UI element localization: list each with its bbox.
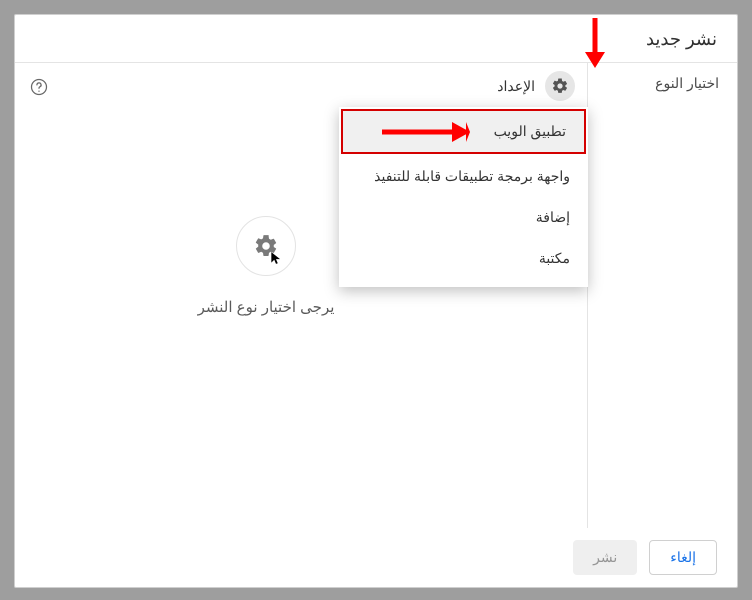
type-dropdown-menu: تطبيق الويب واجهة برمجة تطبيقات قابلة لل… — [339, 107, 588, 287]
empty-state-text: يرجى اختيار نوع النشر — [198, 298, 335, 316]
help-button[interactable] — [29, 77, 49, 97]
select-type-label: اختيار النوع — [606, 75, 719, 92]
sidebar: اختيار النوع — [587, 63, 737, 528]
dialog-header: نشر جديد — [15, 15, 737, 63]
type-selector-gear-button[interactable] — [545, 71, 575, 101]
cursor-icon — [269, 251, 283, 265]
dropdown-item-web-app[interactable]: تطبيق الويب — [341, 109, 586, 154]
dropdown-item-addon[interactable]: إضافة — [339, 197, 588, 238]
toolbar: الإعداد — [15, 63, 587, 109]
publish-button[interactable]: نشر — [573, 540, 637, 575]
gear-icon — [551, 77, 569, 95]
dropdown-item-executable-api[interactable]: واجهة برمجة تطبيقات قابلة للتنفيذ — [339, 156, 588, 197]
dialog-title: نشر جديد — [35, 29, 717, 50]
dialog-footer: نشر إلغاء — [15, 528, 737, 587]
empty-state-icon-circle — [236, 216, 296, 276]
dialog-body: اختيار النوع الإعداد تطبيق الوي — [15, 63, 737, 528]
cancel-button[interactable]: إلغاء — [649, 540, 717, 575]
config-label: الإعداد — [497, 78, 535, 95]
new-deployment-dialog: نشر جديد اختيار النوع الإعداد — [14, 14, 738, 588]
dropdown-item-library[interactable]: مكتبة — [339, 238, 588, 279]
help-icon — [29, 77, 49, 97]
main-area: الإعداد تطبيق الويب واجهة برمجة تطبيقات … — [15, 63, 587, 528]
